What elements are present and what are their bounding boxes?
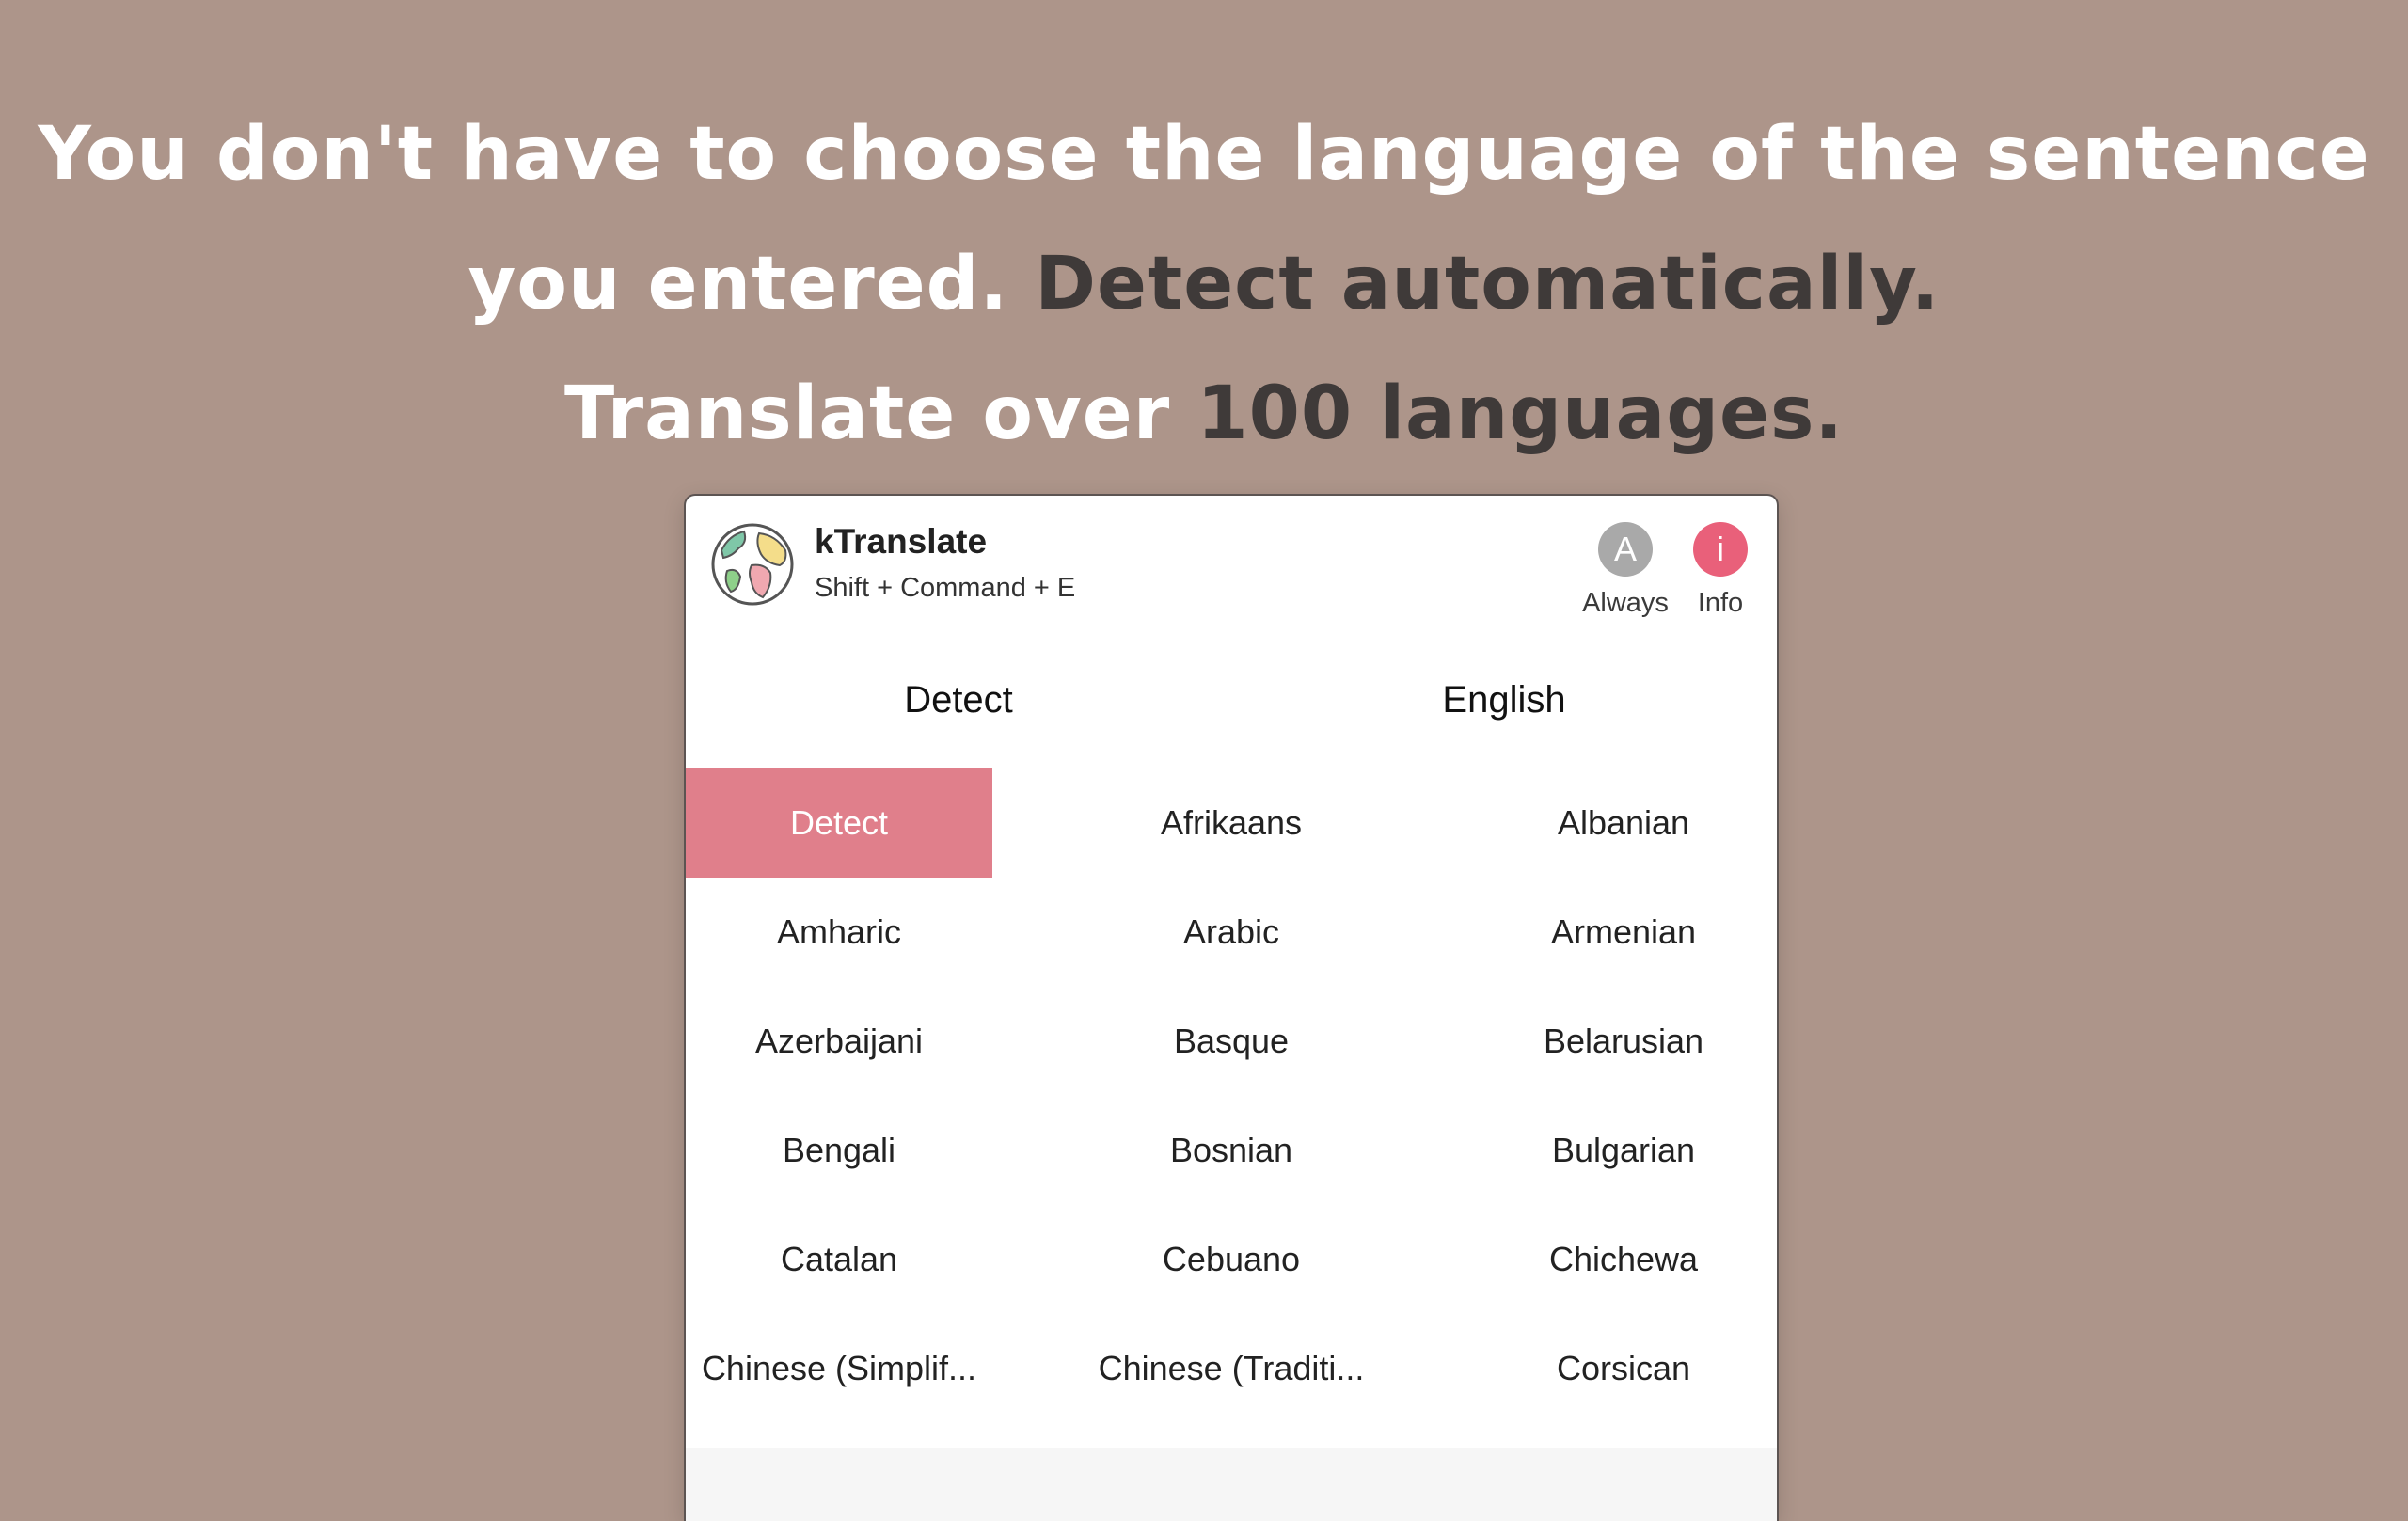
info-button[interactable]: i Info (1669, 522, 1772, 635)
language-option[interactable]: Corsican (1470, 1314, 1777, 1423)
language-option[interactable]: Bulgarian (1470, 1096, 1777, 1205)
language-row: Amharic Arabic Armenian (686, 878, 1777, 987)
shortcut-hint: Shift + Command + E (815, 573, 1076, 603)
app-header: kTranslate Shift + Command + E A Always … (686, 496, 1777, 637)
language-option[interactable]: Afrikaans (992, 768, 1470, 878)
headline-line-2: you entered. Detect automatically. (0, 219, 2408, 349)
headline-line-2-dark: Detect automatically. (1035, 242, 1941, 326)
language-option[interactable]: Azerbaijani (686, 987, 992, 1096)
target-language-selector[interactable]: English (1231, 679, 1777, 736)
language-option[interactable]: Albanian (1470, 768, 1777, 878)
language-grid: Detect Afrikaans Albanian Amharic Arabic… (686, 768, 1777, 1423)
headline-line-1: You don't have to choose the language of… (38, 112, 2370, 197)
language-row: Catalan Cebuano Chichewa (686, 1205, 1777, 1314)
footer-strip (686, 1448, 1777, 1521)
language-option[interactable]: Basque (992, 987, 1470, 1096)
source-language-selector[interactable]: Detect (686, 679, 1231, 736)
info-label: Info (1697, 588, 1744, 618)
language-option[interactable]: Cebuano (992, 1205, 1470, 1314)
language-option-selected[interactable]: Detect (686, 768, 992, 878)
language-option[interactable]: Bengali (686, 1096, 992, 1205)
language-option[interactable]: Amharic (686, 878, 992, 987)
language-option[interactable]: Chinese (Traditi... (992, 1314, 1470, 1423)
language-row: Detect Afrikaans Albanian (686, 768, 1777, 878)
language-option[interactable]: Bosnian (992, 1096, 1470, 1205)
headline-line-3: Translate over 100 languages. (0, 349, 2408, 479)
info-icon: i (1693, 522, 1748, 577)
language-row: Chinese (Simplif... Chinese (Traditi... … (686, 1314, 1777, 1423)
translate-panel: kTranslate Shift + Command + E A Always … (686, 496, 1777, 1521)
always-label: Always (1582, 588, 1669, 618)
headline-line-3-dark: 100 languages. (1196, 372, 1845, 456)
language-option[interactable]: Belarusian (1470, 987, 1777, 1096)
language-row: Bengali Bosnian Bulgarian (686, 1096, 1777, 1205)
headline-line-2-white: you entered. (467, 242, 1036, 326)
globe-icon (711, 523, 794, 606)
language-option[interactable]: Chichewa (1470, 1205, 1777, 1314)
language-option[interactable]: Chinese (Simplif... (686, 1314, 992, 1423)
language-option[interactable]: Armenian (1470, 878, 1777, 987)
language-option[interactable]: Catalan (686, 1205, 992, 1314)
always-button[interactable]: A Always (1574, 522, 1677, 635)
language-option[interactable]: Arabic (992, 878, 1470, 987)
language-row: Azerbaijani Basque Belarusian (686, 987, 1777, 1096)
headline-line-3-white: Translate over (563, 372, 1197, 456)
always-icon: A (1598, 522, 1653, 577)
headline: You don't have to choose the language of… (0, 89, 2408, 479)
app-name: kTranslate (815, 522, 988, 561)
